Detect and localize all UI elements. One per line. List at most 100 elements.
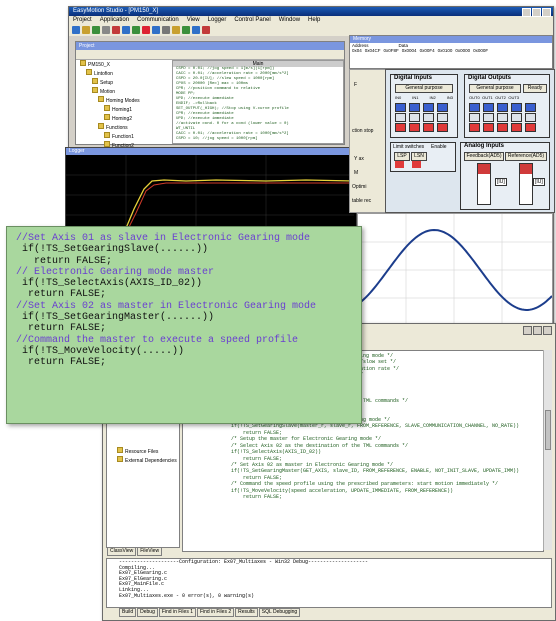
new-icon[interactable] xyxy=(72,26,80,34)
input-leds xyxy=(395,103,453,133)
menu-item[interactable]: Control Panel xyxy=(234,16,270,25)
open-icon[interactable] xyxy=(82,26,90,34)
output-tab[interactable]: Find in Files 2 xyxy=(196,608,235,617)
memory-cell: 0x0100 xyxy=(437,48,453,53)
workspace-item[interactable]: Resource Files xyxy=(117,447,177,456)
ready-button[interactable]: Ready xyxy=(523,84,547,93)
cause-stop-label: ction stop xyxy=(352,128,374,134)
main-code-area[interactable]: Main CSPD = 0.01; //jog speed = 1[m/s](1… xyxy=(172,60,344,144)
logger-panel: Logger xyxy=(65,147,357,237)
control-panel-icon[interactable] xyxy=(182,26,190,34)
menu-item[interactable]: View xyxy=(187,16,200,25)
communication-icon[interactable] xyxy=(152,26,160,34)
help-icon[interactable] xyxy=(202,26,210,34)
output-leds xyxy=(469,103,545,133)
tree-item[interactable]: Lintofion xyxy=(80,69,168,78)
folder-icon xyxy=(117,456,123,462)
lsn-button[interactable]: LSN xyxy=(411,152,427,161)
logger-plot xyxy=(66,155,354,235)
in-led xyxy=(409,123,420,132)
overlay-code-line: return FALSE; xyxy=(16,255,113,267)
stop-icon[interactable] xyxy=(112,26,120,34)
memory-cell: 0x00F4 xyxy=(419,48,435,53)
menu-item[interactable]: Application xyxy=(100,16,129,25)
ide-maximize-button[interactable] xyxy=(533,326,542,335)
logger-grid xyxy=(66,155,354,235)
tree-item[interactable]: Homing Modes xyxy=(80,96,168,105)
ide-minimize-button[interactable] xyxy=(523,326,532,335)
tree-item[interactable]: PM150_X xyxy=(80,60,168,69)
reference-button[interactable]: Reference(AD5) xyxy=(505,152,547,161)
menu-item[interactable]: Window xyxy=(279,16,300,25)
memory-cell: 0x04CF xyxy=(364,48,381,53)
menu-item[interactable]: Communication xyxy=(137,16,179,25)
in-label: IN1 xyxy=(412,95,419,100)
memory-cell: 0x0004 xyxy=(401,48,417,53)
feedback-button[interactable]: Feedback(AD5) xyxy=(464,152,504,161)
output-tab[interactable]: Results xyxy=(235,608,258,617)
reset-icon[interactable] xyxy=(142,26,150,34)
tree-label: Homing1 xyxy=(112,107,133,113)
memory-icon[interactable] xyxy=(192,26,200,34)
tree-item[interactable]: Functions xyxy=(80,123,168,132)
main-code-lines: CSPD = 0.01; //jog speed = 1[m/s](1[rpm]… xyxy=(173,67,343,142)
editor-scrollbar[interactable] xyxy=(543,350,552,550)
menu-item[interactable]: Help xyxy=(308,16,320,25)
ide-close-button[interactable] xyxy=(543,326,552,335)
run-icon[interactable] xyxy=(132,26,140,34)
logger-title: Logger xyxy=(66,148,356,155)
in-label: IN0 xyxy=(395,95,402,100)
maximize-button[interactable] xyxy=(532,8,541,17)
tree-label: Homing2 xyxy=(112,116,133,122)
project-panel-title: Project xyxy=(76,42,344,50)
main-code-line: CSPD = 10; //jog speed = 1000[rpm] xyxy=(176,137,258,141)
workspace-tab[interactable]: ClassView xyxy=(107,547,137,556)
download-icon[interactable] xyxy=(122,26,130,34)
out-led xyxy=(497,113,508,122)
overlay-code-line: return FALSE; xyxy=(16,357,107,369)
output-tab[interactable]: Build xyxy=(119,608,137,617)
axis-icon[interactable] xyxy=(162,26,170,34)
tree-label: Function1 xyxy=(112,134,134,140)
overlay-code-line: //Command the master to execute a speed … xyxy=(16,334,299,346)
workspace-tab[interactable]: FileView xyxy=(137,547,163,556)
menu-item[interactable]: Logger xyxy=(208,16,227,25)
overlay-code-line: // Electronic Gearing mode master xyxy=(16,266,215,278)
settings-strip: F ction stop Y ax M Optimi table rec xyxy=(349,69,387,213)
save-icon[interactable] xyxy=(92,26,100,34)
reference-value: [IU] xyxy=(533,178,545,186)
project-toolbar xyxy=(76,50,344,60)
output-tab[interactable]: Find in Files 1 xyxy=(158,608,196,617)
lsp-button[interactable]: LSP xyxy=(394,152,410,161)
ide-window-buttons xyxy=(523,326,552,335)
output-tab[interactable]: Debug xyxy=(137,608,158,617)
general-purpose-out-button[interactable]: General purpose xyxy=(469,84,521,93)
digital-outputs-box: Digital Outputs General purpose Ready OU… xyxy=(464,74,550,138)
tree-item[interactable]: Setup xyxy=(80,78,168,87)
reference-bar-fill xyxy=(520,164,532,174)
general-purpose-in-button[interactable]: General purpose xyxy=(395,84,453,93)
menu-bar: Project Application Communication View Logge… xyxy=(69,16,553,25)
folder-icon xyxy=(92,78,98,84)
tree-item[interactable]: Homing2 xyxy=(80,114,168,123)
in-label: IN3 xyxy=(446,95,453,100)
editor-scrollbar-thumb[interactable] xyxy=(545,410,551,450)
logger-icon[interactable] xyxy=(172,26,180,34)
tree-item[interactable]: Motion xyxy=(80,87,168,96)
folder-icon xyxy=(92,87,98,93)
reference-bar xyxy=(519,163,533,205)
digital-outputs-title: Digital Outputs xyxy=(468,75,511,81)
editor-line: return FALSE; xyxy=(231,493,283,500)
print-icon[interactable] xyxy=(102,26,110,34)
output-tab[interactable]: SQL Debugging xyxy=(258,608,301,617)
in-led xyxy=(423,123,434,132)
tree-item[interactable]: Homing1 xyxy=(80,105,168,114)
out-label: OUT1 xyxy=(482,95,493,100)
close-button[interactable] xyxy=(542,8,551,17)
output-labels: OUT0 OUT1 OUT2 OUT3 xyxy=(469,95,519,100)
menu-item[interactable]: Project xyxy=(73,16,92,25)
output-tabs: Build Debug Find in Files 1 Find in Files 2… xyxy=(119,608,301,617)
minimize-button[interactable] xyxy=(522,8,531,17)
workspace-item[interactable]: External Dependencies xyxy=(117,456,177,465)
tree-item[interactable]: Function1 xyxy=(80,132,168,141)
